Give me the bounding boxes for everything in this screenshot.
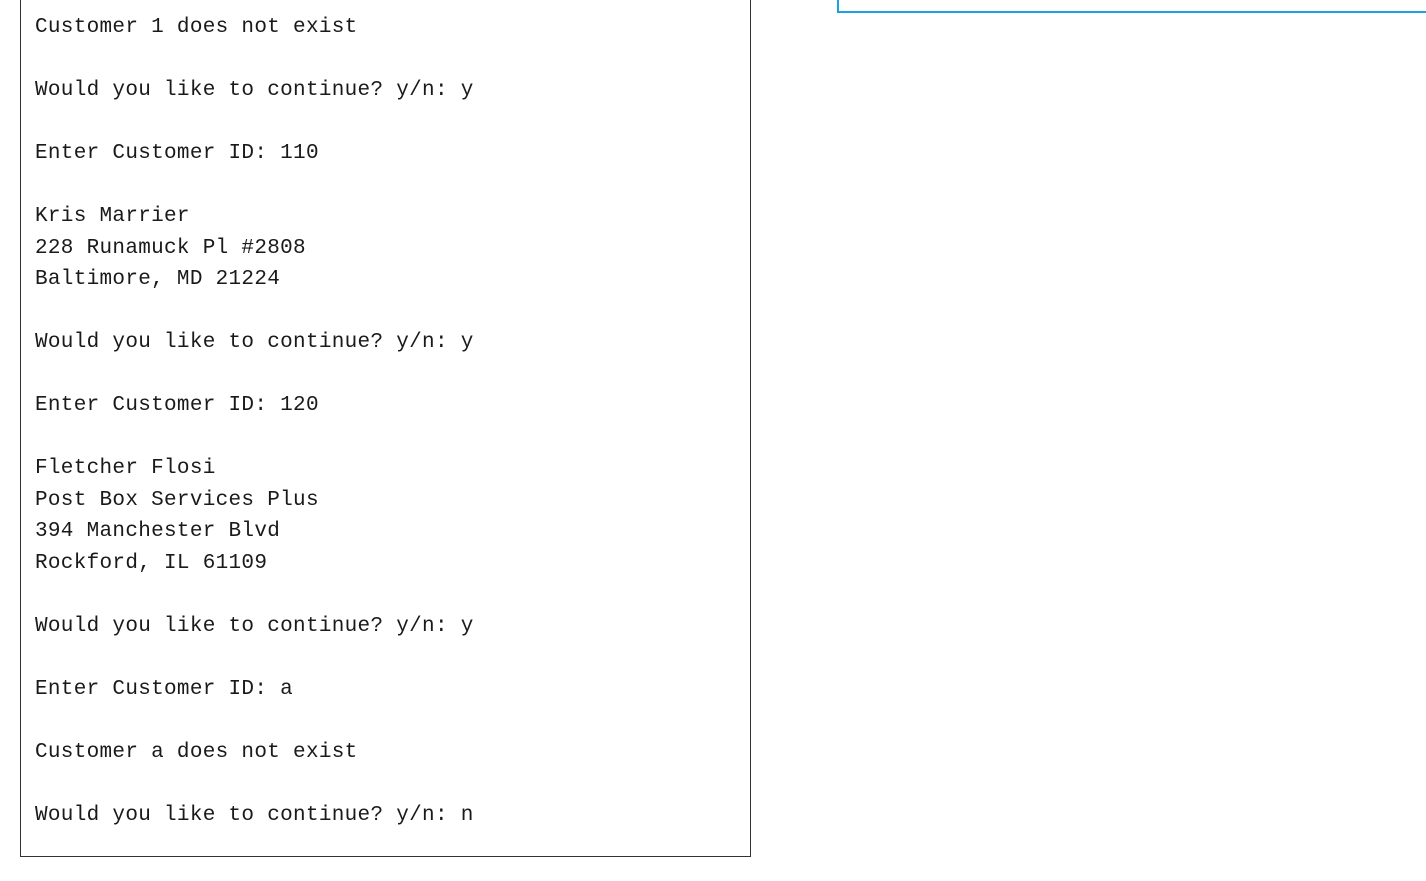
- console-output: Customer 1 does not exist Would you like…: [20, 0, 751, 857]
- selection-box: [837, 0, 1426, 13]
